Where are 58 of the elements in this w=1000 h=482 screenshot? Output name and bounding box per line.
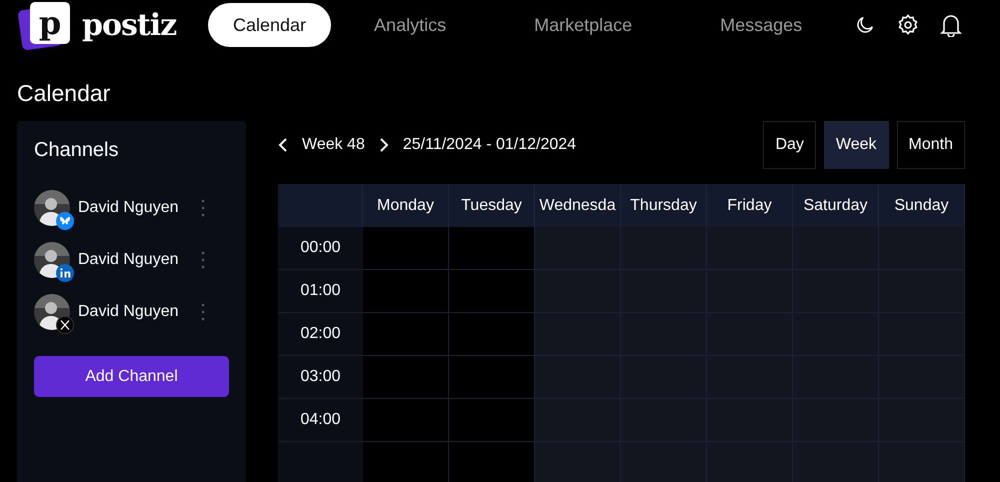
time-slot[interactable] — [449, 227, 535, 270]
view-button[interactable]: Day — [763, 121, 816, 169]
time-slot[interactable] — [363, 313, 449, 356]
week-label: Week 48 — [302, 136, 365, 154]
day-header: Wednesda — [535, 184, 621, 227]
time-slot[interactable] — [363, 356, 449, 399]
next-icon[interactable] — [378, 137, 389, 153]
time-slot[interactable] — [449, 442, 535, 482]
time-slot[interactable] — [363, 399, 449, 442]
time-slot[interactable] — [535, 442, 621, 482]
more-options-icon[interactable] — [201, 251, 205, 269]
day-header: Sunday — [879, 184, 965, 227]
channel-name: David Nguyen — [78, 251, 180, 269]
x-icon — [56, 316, 74, 334]
nav-tab[interactable]: Calendar — [208, 3, 332, 47]
nav-tab[interactable]: Messages — [695, 3, 828, 47]
previous-icon[interactable] — [278, 137, 288, 153]
view-button[interactable]: Month — [896, 121, 965, 169]
day-header: Thursday — [621, 184, 707, 227]
time-slot[interactable] — [449, 399, 535, 442]
time-slot[interactable] — [879, 313, 965, 356]
day-header: Friday — [707, 184, 793, 227]
panel-title: Channels — [34, 139, 120, 162]
time-slot[interactable] — [879, 227, 965, 270]
channel-name: David Nguyen — [78, 199, 180, 217]
time-slot[interactable] — [535, 227, 621, 270]
more-options-icon[interactable] — [201, 199, 205, 217]
logo-text: postiz — [82, 8, 176, 42]
nav-tab[interactable]: Analytics — [349, 3, 472, 47]
channel-name: David Nguyen — [78, 303, 180, 321]
settings-icon[interactable] — [896, 13, 920, 37]
notification-bell-icon[interactable] — [940, 13, 962, 37]
butterfly-icon — [56, 212, 74, 230]
time-slot[interactable] — [535, 399, 621, 442]
time-slot[interactable] — [879, 356, 965, 399]
time-slot[interactable] — [535, 313, 621, 356]
time-slot[interactable] — [449, 356, 535, 399]
time-slot[interactable] — [363, 442, 449, 482]
time-slot[interactable] — [449, 270, 535, 313]
view-button[interactable]: Week — [824, 121, 889, 169]
time-slot[interactable] — [535, 356, 621, 399]
time-slot[interactable] — [363, 227, 449, 270]
time-slot[interactable] — [535, 270, 621, 313]
nav-tab[interactable]: Marketplace — [509, 3, 658, 47]
add-channel-button[interactable]: Add Channel — [34, 356, 229, 397]
time-slot[interactable] — [879, 270, 965, 313]
time-slot[interactable] — [363, 270, 449, 313]
linkedin-icon — [56, 264, 74, 282]
moon-icon[interactable] — [854, 14, 876, 36]
time-slot[interactable] — [449, 313, 535, 356]
day-header: Tuesday — [449, 184, 535, 227]
day-header: Monday — [363, 184, 449, 227]
page-title: Calendar — [17, 80, 112, 106]
time-slot[interactable] — [879, 442, 965, 482]
time-slot[interactable] — [879, 399, 965, 442]
date-range: 25/11/2024 - 01/12/2024 — [402, 136, 576, 154]
day-header: Saturday — [793, 184, 879, 227]
more-options-icon[interactable] — [201, 303, 205, 321]
